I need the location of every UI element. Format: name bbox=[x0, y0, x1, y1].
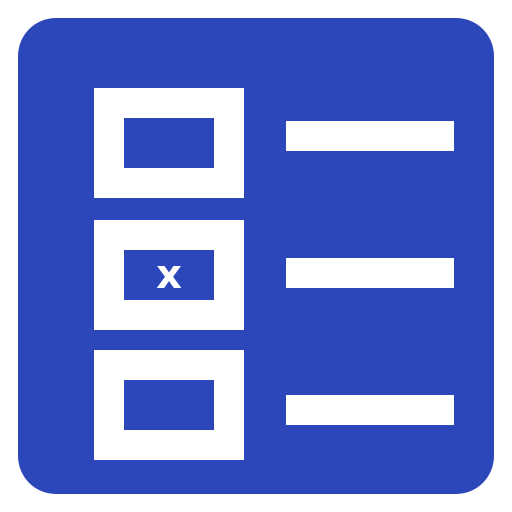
list-line-icon bbox=[286, 258, 454, 288]
list-line-icon bbox=[286, 121, 454, 151]
icon-canvas: x bbox=[0, 0, 512, 512]
checkbox-unchecked-icon bbox=[94, 350, 244, 460]
x-mark-icon: x bbox=[156, 252, 182, 298]
checklist-icon: x bbox=[18, 18, 494, 494]
checkbox-checked-icon: x bbox=[94, 220, 244, 330]
list-line-icon bbox=[286, 395, 454, 425]
checkbox-unchecked-icon bbox=[94, 88, 244, 198]
